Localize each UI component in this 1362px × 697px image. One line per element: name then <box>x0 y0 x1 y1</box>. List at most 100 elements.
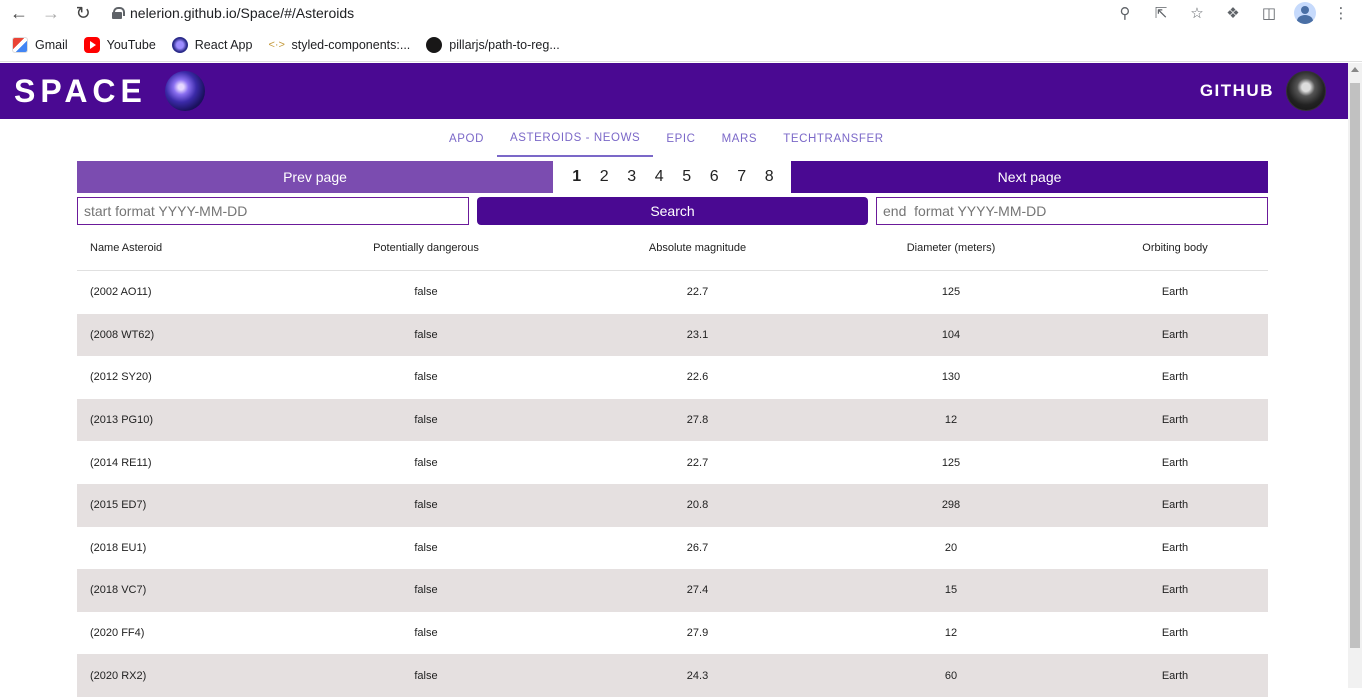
cell-dangerous: false <box>414 414 438 427</box>
share-icon[interactable]: ⇱ <box>1150 2 1172 24</box>
logo-text: SPACE <box>14 72 147 109</box>
cell-magnitude: 20.8 <box>686 499 709 512</box>
github-icon <box>426 36 443 53</box>
bookmarks-bar: Gmail YouTube React App <·> styled-compo… <box>0 28 1362 62</box>
bookmark-react-app[interactable]: React App <box>171 36 253 53</box>
back-icon[interactable]: ← <box>8 3 30 23</box>
cell-orbiting-body: Earth <box>1161 499 1189 512</box>
table-row: (2013 PG10) false 27.8 12 Earth <box>77 398 1268 442</box>
tab-techtransfer[interactable]: TECHTRANSFER <box>770 121 896 157</box>
table-row: (2018 EU1) false 26.7 20 Earth <box>77 527 1268 570</box>
page-number-3[interactable]: 3 <box>618 168 646 186</box>
cell-diameter: 104 <box>941 328 961 341</box>
page-number-2[interactable]: 2 <box>591 168 619 186</box>
tab-epic[interactable]: EPIC <box>653 121 708 157</box>
page-number-6[interactable]: 6 <box>701 168 729 186</box>
avatar <box>1286 71 1326 111</box>
table-row: (2020 FF4) false 27.9 12 Earth <box>77 612 1268 655</box>
cell-magnitude: 26.7 <box>686 541 709 554</box>
cell-diameter: 298 <box>941 499 961 512</box>
tab-mars[interactable]: MARS <box>709 121 771 157</box>
page-number-4[interactable]: 4 <box>646 168 674 186</box>
logo[interactable]: SPACE <box>14 71 205 111</box>
table-row: (2018 VC7) false 27.4 15 Earth <box>77 569 1268 612</box>
cell-dangerous: false <box>414 499 438 512</box>
column-header-name: Name Asteroid <box>90 242 163 254</box>
tab-asteroids-neows[interactable]: ASTEROIDS - NEOWS <box>497 121 654 157</box>
bookmark-label: pillarjs/path-to-reg... <box>449 37 560 52</box>
bookmark-label: YouTube <box>106 37 156 52</box>
bookmark-label: styled-components:... <box>291 37 411 52</box>
column-header-diameter: Diameter (meters) <box>906 242 996 254</box>
table-row: (2008 WT62) false 23.1 104 Earth <box>77 313 1268 357</box>
cell-diameter: 12 <box>944 414 958 427</box>
table-row: (2015 ED7) false 20.8 298 Earth <box>77 483 1268 527</box>
cell-dangerous: false <box>414 371 438 384</box>
table-header: Name Asteroid Potentially dangerous Abso… <box>77 226 1268 271</box>
lock-icon <box>112 7 125 19</box>
scroll-up-icon[interactable] <box>1351 67 1359 72</box>
cell-magnitude: 27.9 <box>686 627 709 640</box>
end-date-input[interactable] <box>876 197 1268 225</box>
prev-page-button[interactable]: Prev page <box>77 161 553 193</box>
profile-avatar-icon[interactable] <box>1294 2 1316 24</box>
nav-tabs: APOD ASTEROIDS - NEOWS EPIC MARS TECHTRA… <box>436 121 897 157</box>
cell-dangerous: false <box>414 541 438 554</box>
cell-orbiting-body: Earth <box>1161 669 1189 682</box>
page-number-7[interactable]: 7 <box>728 168 756 186</box>
bookmark-path-to-regexp[interactable]: pillarjs/path-to-reg... <box>426 36 560 53</box>
table-row: (2020 RX2) false 24.3 60 Earth <box>77 654 1268 697</box>
page-number-5[interactable]: 5 <box>673 168 701 186</box>
cell-orbiting-body: Earth <box>1161 541 1189 554</box>
page-number-8[interactable]: 8 <box>756 168 784 186</box>
tab-apod[interactable]: APOD <box>436 121 497 157</box>
extensions-icon[interactable]: ❖ <box>1222 2 1244 24</box>
cell-orbiting-body: Earth <box>1161 627 1189 640</box>
side-panel-icon[interactable]: ◫ <box>1258 2 1280 24</box>
github-link[interactable]: GITHUB <box>1200 71 1326 111</box>
search-button[interactable]: Search <box>477 197 868 225</box>
menu-kebab-icon[interactable]: ⋮ <box>1330 2 1352 24</box>
cell-dangerous: false <box>414 286 438 299</box>
cell-dangerous: false <box>414 627 438 640</box>
cell-dangerous: false <box>414 328 438 341</box>
reload-icon[interactable]: ↻ <box>72 3 94 23</box>
url-text: nelerion.github.io/Space/#/Asteroids <box>130 5 355 21</box>
cell-orbiting-body: Earth <box>1161 328 1189 341</box>
cell-orbiting-body: Earth <box>1161 414 1189 427</box>
column-header-dangerous: Potentially dangerous <box>373 242 479 254</box>
forward-icon[interactable]: → <box>40 3 62 23</box>
bookmark-label: React App <box>194 37 253 52</box>
browser-toolbar: ← → ↻ nelerion.github.io/Space/#/Asteroi… <box>0 0 1362 28</box>
cell-diameter: 130 <box>941 371 961 384</box>
cell-magnitude: 22.7 <box>686 286 709 299</box>
address-bar[interactable]: nelerion.github.io/Space/#/Asteroids <box>112 3 354 23</box>
cell-name: (2008 WT62) <box>90 328 155 341</box>
cell-magnitude: 24.3 <box>686 669 709 682</box>
cell-orbiting-body: Earth <box>1161 456 1189 469</box>
cell-name: (2020 RX2) <box>90 669 147 682</box>
bookmark-gmail[interactable]: Gmail <box>12 36 68 53</box>
next-page-button[interactable]: Next page <box>791 161 1268 193</box>
bookmark-styled-components[interactable]: <·> styled-components:... <box>268 37 410 53</box>
galaxy-logo-icon <box>164 71 205 111</box>
page-scrollbar[interactable] <box>1348 63 1362 688</box>
cell-magnitude: 22.7 <box>686 456 709 469</box>
start-date-input[interactable] <box>77 197 469 225</box>
bookmark-youtube[interactable]: YouTube <box>83 36 156 53</box>
cell-diameter: 20 <box>944 541 958 554</box>
cell-name: (2018 EU1) <box>90 541 147 554</box>
table-row: (2002 AO11) false 22.7 125 Earth <box>77 271 1268 314</box>
cell-diameter: 12 <box>944 627 958 640</box>
page-number-1[interactable]: 1 <box>563 168 591 186</box>
page-numbers: 1 2 3 4 5 6 7 8 <box>563 161 783 193</box>
table-body: (2002 AO11) false 22.7 125 Earth (2008 WT62) f… <box>77 271 1268 697</box>
cell-orbiting-body: Earth <box>1161 371 1189 384</box>
cell-dangerous: false <box>414 456 438 469</box>
scroll-thumb[interactable] <box>1350 83 1360 648</box>
star-icon[interactable]: ☆ <box>1186 2 1208 24</box>
cell-name: (2014 RE11) <box>90 456 152 469</box>
github-label: GITHUB <box>1199 81 1274 100</box>
cell-name: (2013 PG10) <box>90 414 153 427</box>
zoom-icon[interactable]: ⚲ <box>1114 2 1136 24</box>
